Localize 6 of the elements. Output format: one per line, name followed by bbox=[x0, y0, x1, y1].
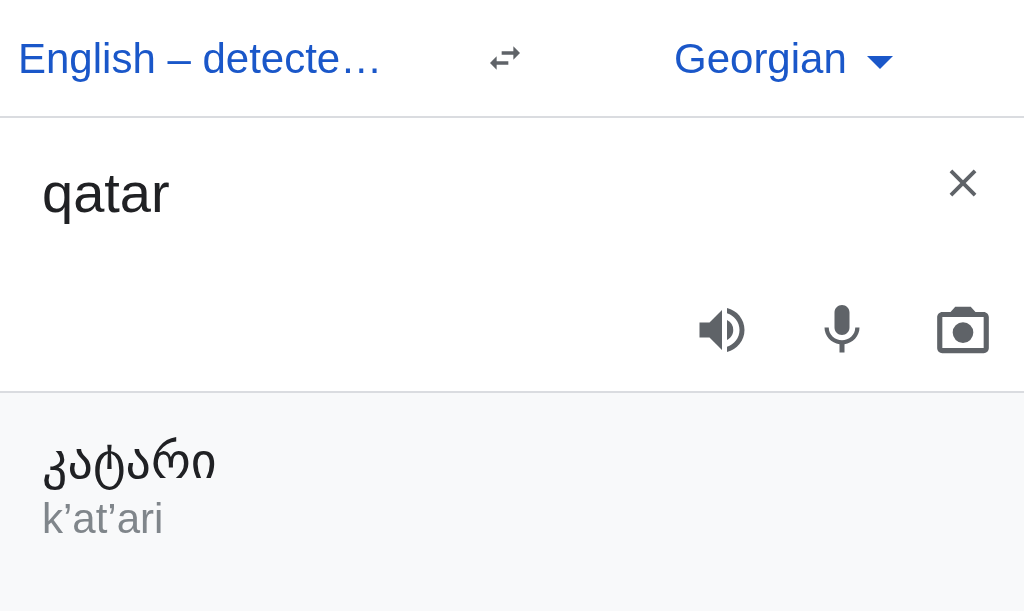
input-field[interactable]: qatar bbox=[42, 158, 742, 228]
translation-text: კატარი bbox=[42, 431, 217, 492]
caret-icon[interactable] bbox=[866, 56, 893, 70]
target-language[interactable]: Georgian bbox=[674, 26, 847, 90]
transliteration-text: k’at’ari bbox=[42, 494, 164, 544]
source-language[interactable]: English – detecte… bbox=[18, 34, 383, 82]
